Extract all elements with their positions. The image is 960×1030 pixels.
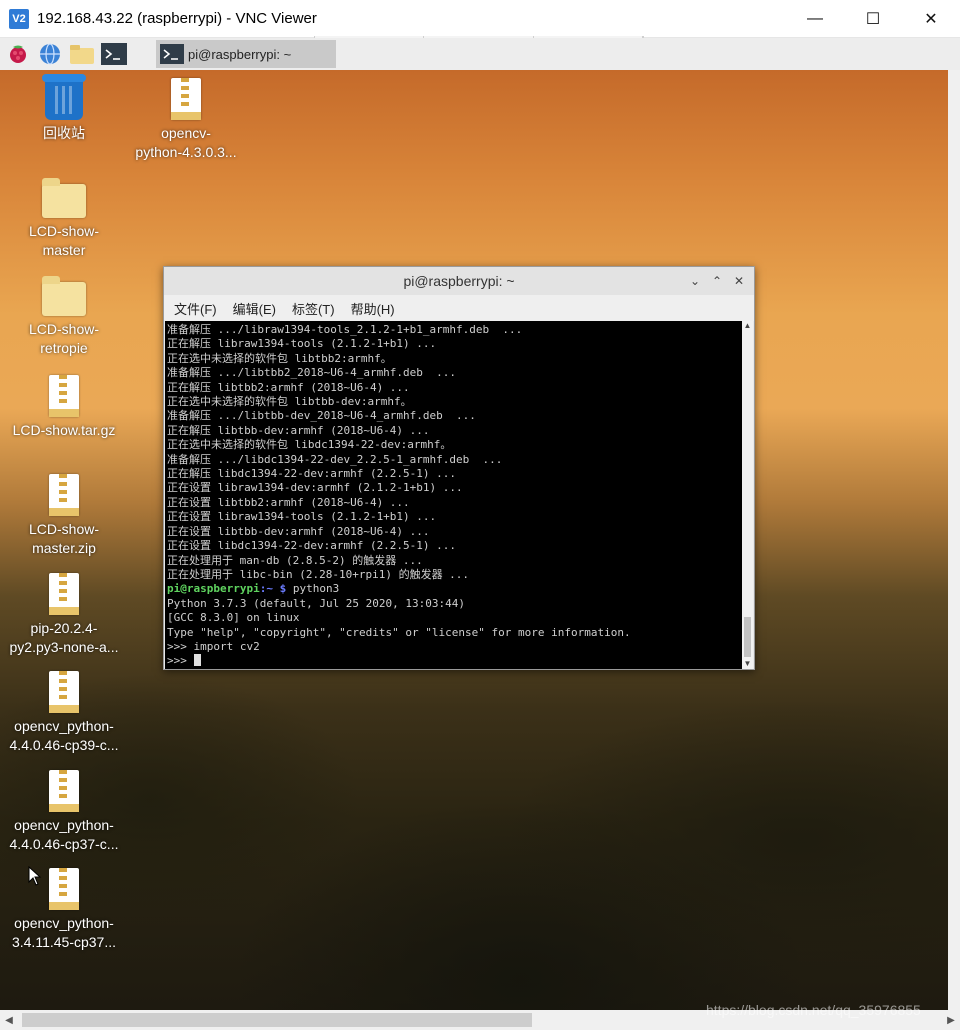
archive-icon	[49, 770, 79, 812]
desktop-icon-label: pip-20.2.4- py2.py3-none-a...	[9, 620, 119, 655]
terminal-line: 正在解压 libdc1394-22-dev:armhf (2.2.5-1) ..…	[167, 467, 457, 481]
scroll-down-icon[interactable]: ▼	[742, 659, 753, 669]
terminal-line: Type "help", "copyright", "credits" or "…	[167, 625, 631, 639]
terminal-line: 正在选中未选择的软件包 libdc1394-22-dev:armhf。	[167, 438, 452, 452]
desktop-icon-archive[interactable]: LCD-show.tar.gz	[4, 375, 124, 440]
terminal-line: 正在设置 libraw1394-tools (2.1.2-1+b1) ...	[167, 510, 437, 524]
terminal-line: 准备解压 .../libdc1394-22-dev_2.2.5-1_armhf.…	[167, 452, 503, 466]
vnc-app-icon: V2	[9, 8, 29, 29]
terminal-titlebar[interactable]: pi@raspberrypi: ~ ⌄ ⌃ ✕	[164, 267, 754, 295]
folder-icon	[42, 276, 86, 316]
pi-taskbar: pi@raspberrypi: ~	[0, 38, 960, 70]
terminal-menubar: 文件(F) 编辑(E) 标签(T) 帮助(H)	[164, 295, 754, 321]
desktop-icon-archive[interactable]: opencv_python- 4.4.0.46-cp37-c...	[4, 770, 124, 854]
minimize-button[interactable]: —	[786, 0, 844, 38]
terminal-line: 正在处理用于 man-db (2.8.5-2) 的触发器 ...	[167, 553, 423, 567]
terminal-maximize-button[interactable]: ⌃	[706, 271, 728, 291]
taskbar-item-label: pi@raspberrypi: ~	[188, 46, 292, 62]
maximize-button[interactable]: ☐	[844, 0, 902, 38]
terminal-window: pi@raspberrypi: ~ ⌄ ⌃ ✕ 文件(F) 编辑(E) 标签(T…	[163, 266, 755, 670]
terminal-line: 正在选中未选择的软件包 libtbb-dev:armhf。	[167, 395, 412, 409]
menu-file[interactable]: 文件(F)	[174, 299, 217, 318]
desktop-icon-label: opencv_python- 4.4.0.46-cp39-c...	[9, 718, 119, 753]
window-title: 192.168.43.22 (raspberrypi) - VNC Viewer	[37, 10, 317, 27]
text-cursor	[193, 654, 201, 667]
terminal-title: pi@raspberrypi: ~	[403, 273, 515, 289]
globe-icon[interactable]	[36, 40, 64, 68]
python-prompt-line: >>>	[167, 654, 741, 668]
archive-icon	[49, 573, 79, 615]
terminal-line: 正在解压 libtbb-dev:armhf (2018~U6-4) ...	[167, 423, 430, 437]
folder-icon	[42, 178, 86, 218]
scroll-up-icon[interactable]: ▲	[742, 321, 753, 331]
shell-prompt-line: pi@raspberrypi:~ $ python3	[167, 582, 741, 596]
mouse-pointer-icon	[28, 865, 42, 891]
terminal-output[interactable]: 准备解压 .../libraw1394-tools_2.1.2-1+b1_arm…	[165, 321, 743, 669]
terminal-line: 正在解压 libraw1394-tools (2.1.2-1+b1) ...	[167, 337, 437, 351]
vnc-window-titlebar: V2 192.168.43.22 (raspberrypi) - VNC Vie…	[0, 0, 960, 38]
horizontal-scroll-thumb[interactable]	[22, 1013, 532, 1027]
window-controls: — ☐ ✕	[786, 0, 960, 38]
terminal-line: 正在设置 libraw1394-dev:armhf (2.1.2-1+b1) .…	[167, 481, 463, 495]
desktop-icon-trash[interactable]: 回收站	[4, 74, 124, 143]
terminal-line: 正在解压 libtbb2:armhf (2018~U6-4) ...	[167, 380, 410, 394]
archive-icon	[49, 474, 79, 516]
terminal-line: 正在设置 libdc1394-22-dev:armhf (2.2.5-1) ..…	[167, 539, 457, 553]
archive-icon	[49, 375, 79, 417]
desktop-icon-label: LCD-show- master.zip	[28, 521, 99, 556]
menu-tabs[interactable]: 标签(T)	[292, 299, 335, 318]
terminal-line: 准备解压 .../libtbb-dev_2018~U6-4_armhf.deb …	[167, 409, 476, 423]
archive-icon	[49, 868, 79, 910]
terminal-minimize-button[interactable]: ⌄	[684, 271, 706, 291]
terminal-scrollbar[interactable]: ▲ ▼	[742, 321, 753, 669]
terminal-scroll-thumb[interactable]	[744, 617, 751, 657]
terminal-line: 正在处理用于 libc-bin (2.28-10+rpi1) 的触发器 ...	[167, 567, 470, 581]
terminal-line: [GCC 8.3.0] on linux	[167, 611, 300, 625]
desktop-icon-folder[interactable]: LCD-show- master	[4, 178, 124, 260]
desktop-icon-label: LCD-show.tar.gz	[12, 422, 116, 438]
desktop-icon-label: opencv_python- 3.4.11.45-cp37...	[11, 915, 117, 950]
raspberry-menu-icon[interactable]	[4, 40, 32, 68]
terminal-controls: ⌄ ⌃ ✕	[684, 271, 750, 291]
terminal-icon[interactable]	[100, 40, 128, 68]
prompt-path: :~ $	[259, 582, 287, 596]
terminal-line: >>> import cv2	[167, 639, 260, 653]
desktop-icon-label: LCD-show- retropie	[28, 321, 99, 356]
terminal-line: 准备解压 .../libraw1394-tools_2.1.2-1+b1_arm…	[167, 323, 523, 336]
desktop-icon-label: 回收站	[43, 125, 85, 141]
taskbar-terminal-item[interactable]: pi@raspberrypi: ~	[156, 40, 336, 68]
archive-icon	[171, 78, 201, 120]
terminal-line: 正在选中未选择的软件包 libtbb2:armhf。	[167, 351, 392, 365]
watermark-text: https://blog.csdn.net/qq_35976855	[706, 1002, 921, 1018]
desktop-icon-label: opencv_python- 4.4.0.46-cp37-c...	[9, 817, 119, 852]
archive-icon	[49, 671, 79, 713]
close-button[interactable]: ✕	[902, 0, 960, 38]
prompt-command: python3	[286, 582, 340, 596]
desktop-icon-archive[interactable]: opencv_python- 4.4.0.46-cp39-c...	[4, 671, 124, 755]
menu-help[interactable]: 帮助(H)	[351, 299, 395, 318]
desktop-icon-label: LCD-show- master	[28, 223, 99, 258]
desktop-icon-archive[interactable]: opencv_python- 3.4.11.45-cp37...	[4, 868, 124, 952]
folder-icon[interactable]	[68, 40, 96, 68]
desktop-icon-archive[interactable]: LCD-show- master.zip	[4, 474, 124, 558]
prompt-user: pi@raspberrypi	[167, 582, 260, 596]
scroll-right-icon[interactable]: ▶	[942, 1010, 960, 1030]
trash-icon	[42, 74, 86, 120]
terminal-icon	[160, 44, 184, 64]
desktop-icon-archive[interactable]: opencv- python-4.3.0.3...	[126, 78, 246, 162]
terminal-line: 正在设置 libtbb2:armhf (2018~U6-4) ...	[167, 495, 410, 509]
python-prompt: >>>	[167, 654, 194, 668]
terminal-line: 正在设置 libtbb-dev:armhf (2018~U6-4) ...	[167, 524, 430, 538]
desktop-icon-folder[interactable]: LCD-show- retropie	[4, 276, 124, 358]
viewer-vertical-scrollbar[interactable]	[948, 70, 960, 1010]
desktop-icon-label: opencv- python-4.3.0.3...	[135, 125, 237, 160]
scroll-left-icon[interactable]: ◀	[0, 1010, 18, 1030]
terminal-close-button[interactable]: ✕	[728, 271, 750, 291]
desktop-icon-archive[interactable]: pip-20.2.4- py2.py3-none-a...	[4, 573, 124, 657]
menu-edit[interactable]: 编辑(E)	[233, 299, 276, 318]
terminal-line: Python 3.7.3 (default, Jul 25 2020, 13:0…	[167, 596, 466, 610]
terminal-line: 准备解压 .../libtbb2_2018~U6-4_armhf.deb ...	[167, 366, 457, 380]
